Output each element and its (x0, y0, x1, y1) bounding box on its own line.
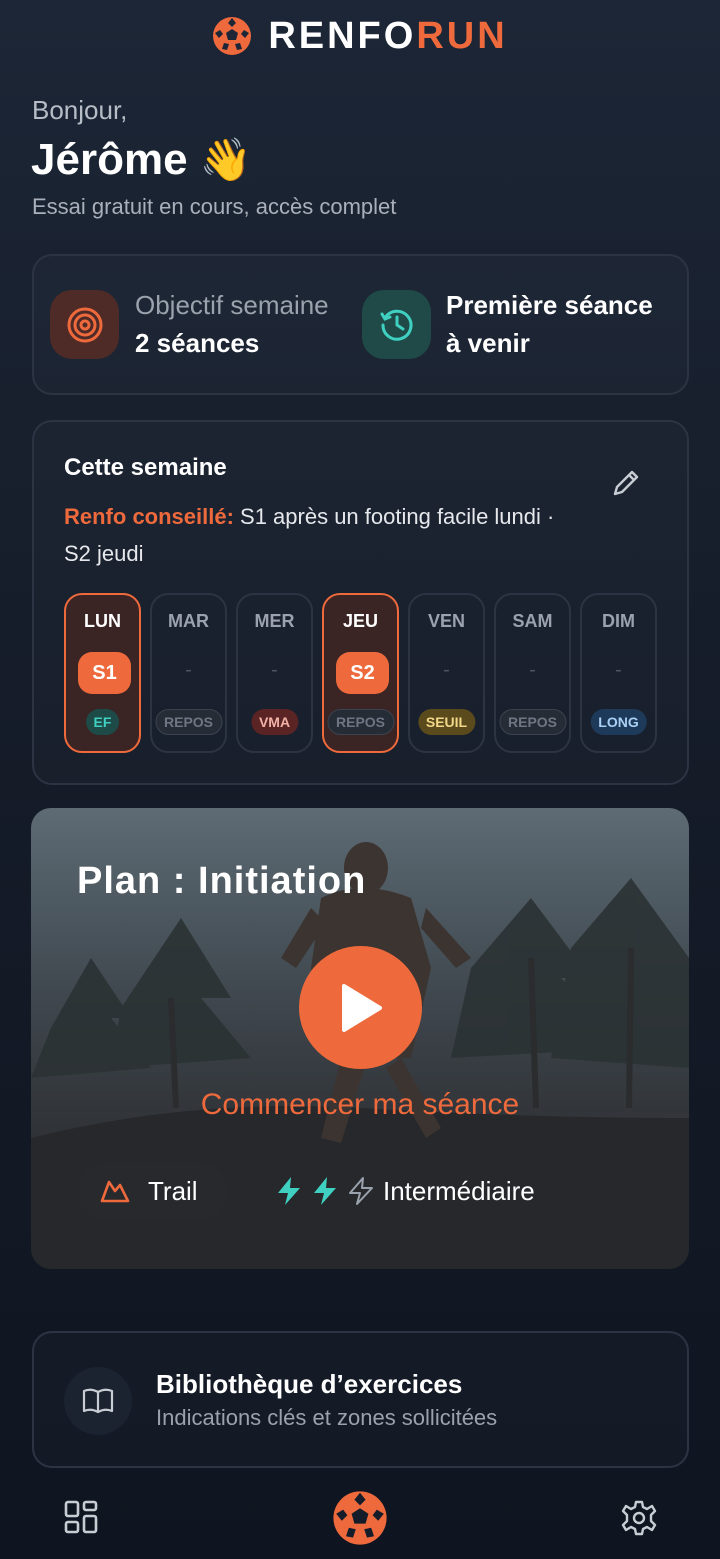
day-tag: REPOS (154, 709, 223, 735)
day-tag: SEUIL (417, 709, 476, 735)
day-mer[interactable]: MER - VMA (236, 593, 313, 753)
day-tag: VMA (250, 709, 299, 735)
clock-history-icon (362, 290, 431, 359)
target-icon (50, 290, 119, 359)
day-name: DIM (602, 611, 635, 631)
mountain-icon (100, 1180, 130, 1203)
bolt-filled-icon (278, 1177, 300, 1205)
no-session: - (443, 659, 450, 681)
day-name: MER (254, 611, 295, 631)
day-tag: EF (85, 709, 120, 735)
app-header: RENFO RUN (0, 12, 720, 60)
grid-icon[interactable] (58, 1496, 104, 1538)
goal-stat: Objectif semaine 2 séances (135, 286, 329, 362)
library-title: Bibliothèque d’exercices (156, 1369, 463, 1399)
play-icon (341, 983, 382, 1032)
play-button[interactable] (299, 946, 422, 1069)
trial-status: Essai gratuit en cours, accès complet (32, 194, 397, 219)
next-line1: Première séance (446, 290, 653, 320)
hexagon-ball-icon (213, 17, 252, 55)
day-dim[interactable]: DIM - LONG (580, 593, 657, 753)
day-ven[interactable]: VEN - SEUIL (408, 593, 485, 753)
brand-name: RENFO RUN (268, 15, 507, 58)
level-label: Intermédiaire (383, 1175, 535, 1206)
level-pill: Intermédiaire (261, 1162, 581, 1220)
day-tag: REPOS (326, 709, 395, 735)
week-advice: Renfo conseillé: S1 après un footing fac… (64, 498, 584, 572)
book-icon (64, 1367, 132, 1435)
pencil-icon[interactable] (609, 466, 643, 500)
day-tag: REPOS (498, 709, 567, 735)
weekly-stats-card: Objectif semaine 2 séances Première séan… (32, 254, 689, 395)
day-name: SAM (512, 611, 553, 631)
bolt-filled-icon (314, 1177, 336, 1205)
bolt-outline-icon (349, 1177, 373, 1205)
library-subtitle: Indications clés et zones sollicitées (156, 1405, 498, 1430)
advice-highlight: Renfo conseillé: (64, 504, 234, 529)
brand-part1: RENFO (268, 14, 417, 57)
day-name: LUN (84, 611, 121, 631)
day-jeu[interactable]: JEU S2 REPOS (322, 593, 399, 753)
session-badge: S1 (78, 652, 131, 694)
day-tag: LONG (590, 709, 647, 735)
greeting-hello: Bonjour, (32, 95, 128, 125)
day-lun[interactable]: LUN S1 EF (64, 593, 141, 753)
day-sam[interactable]: SAM - REPOS (494, 593, 571, 753)
no-session: - (615, 659, 622, 681)
goal-value: 2 séances (135, 328, 260, 358)
discipline-label: Trail (148, 1175, 198, 1206)
session-badge: S2 (336, 652, 389, 694)
goal-label: Objectif semaine (135, 290, 329, 320)
week-title: Cette semaine (64, 454, 227, 481)
day-name: VEN (427, 611, 465, 631)
plan-card[interactable]: Plan : Initiation Commencer ma séance Tr… (31, 808, 689, 1269)
no-session: - (185, 659, 192, 681)
next-session-stat: Première séance à venir (446, 286, 653, 362)
day-name: JEU (342, 611, 378, 631)
gear-icon[interactable] (617, 1496, 661, 1540)
user-name: Jérôme (31, 135, 188, 184)
no-session: - (271, 659, 278, 681)
user-name-row: Jérôme 👋 (31, 135, 252, 185)
discipline-pill: Trail (78, 1162, 228, 1220)
day-mar[interactable]: MAR - REPOS (150, 593, 227, 753)
brand-part2: RUN (416, 14, 508, 57)
no-session: - (529, 659, 536, 681)
wave-emoji: 👋 (199, 136, 252, 183)
plan-title: Plan : Initiation (77, 860, 367, 902)
start-session-link[interactable]: Commencer ma séance (31, 1088, 689, 1122)
this-week-card: Cette semaine Renfo conseillé: S1 après … (32, 420, 689, 785)
day-name: MAR (168, 611, 209, 631)
next-line2: à venir (446, 328, 530, 358)
home-ball-icon[interactable] (330, 1488, 390, 1548)
exercise-library-card[interactable]: Bibliothèque d’exercices Indications clé… (32, 1331, 689, 1468)
